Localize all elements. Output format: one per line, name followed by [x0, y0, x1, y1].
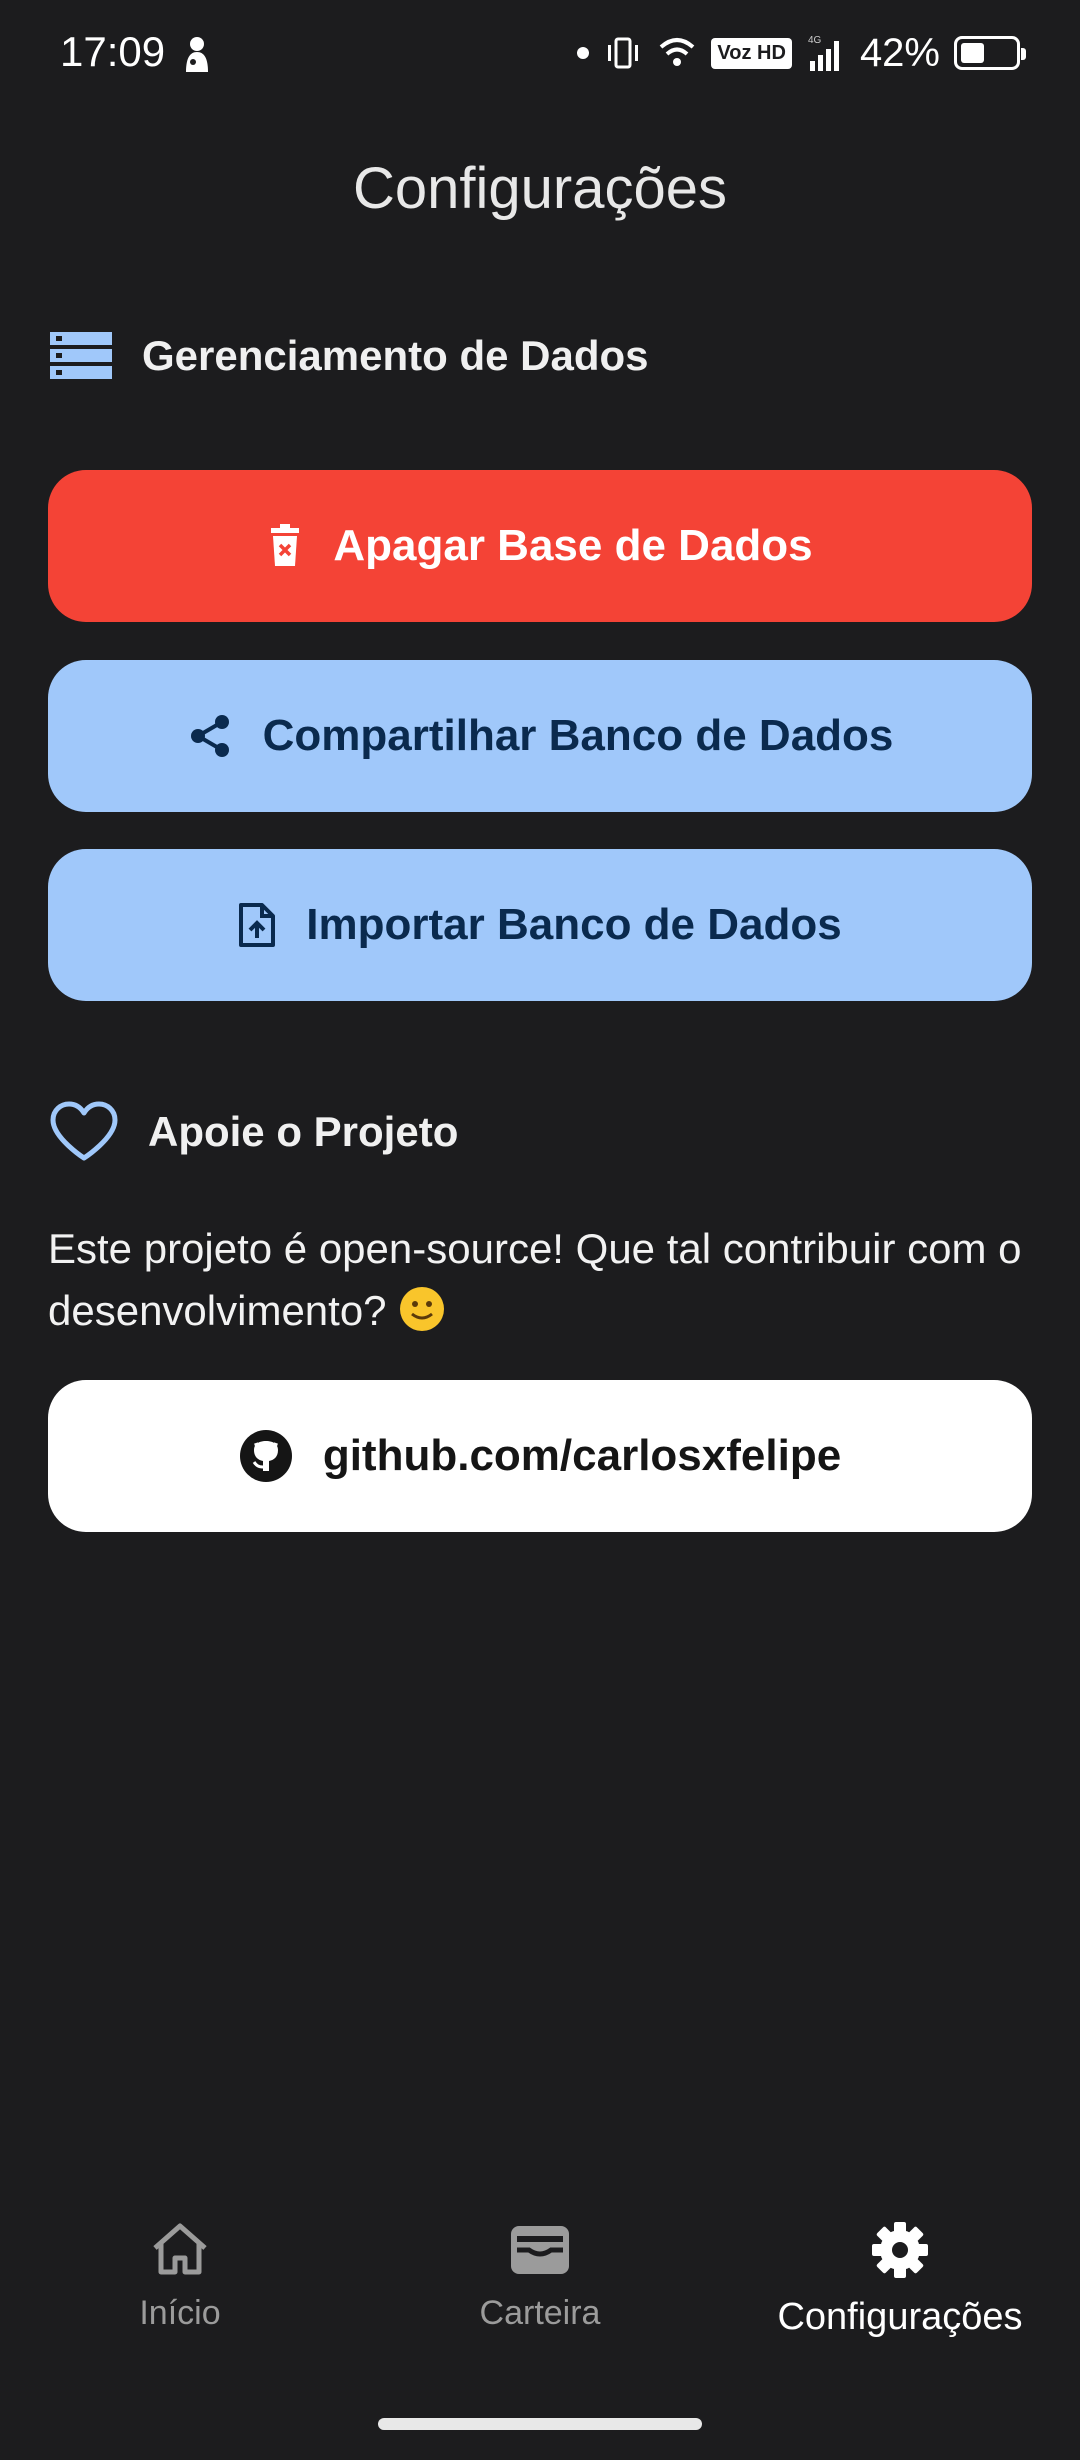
wifi-icon: [660, 38, 695, 66]
nav-item-inicio[interactable]: Início: [0, 2220, 360, 2333]
vibrate-icon: [608, 37, 639, 69]
github-link-button[interactable]: github.com/carlosxfelipe: [48, 1380, 1032, 1532]
nav-label-carteira: Carteira: [479, 2294, 601, 2332]
import-database-label: Importar Banco de Dados: [306, 900, 842, 949]
section-title: Gerenciamento de Dados: [142, 332, 649, 379]
battery-percent: 42%: [859, 30, 940, 75]
notification-icon: [186, 37, 208, 72]
heart-icon: [50, 1101, 118, 1161]
status-bar: 17:09 Voz HD 4G 42%: [0, 0, 1080, 110]
battery-fill: [961, 43, 984, 63]
nav-label-configuracoes: Configurações: [777, 2296, 1023, 2338]
section-data-management: Gerenciamento de Dados: [48, 330, 648, 382]
battery-icon: [954, 36, 1026, 70]
wallet-icon: [511, 2226, 569, 2274]
volte-badge: Voz HD: [711, 37, 792, 69]
github-link-label: github.com/carlosxfelipe: [322, 1431, 842, 1480]
status-icons: Voz HD 4G 42%: [577, 26, 1026, 80]
support-text: Este projeto é open-source! Que tal cont…: [48, 1225, 1022, 1334]
svg-text:4G: 4G: [808, 35, 822, 46]
dot-icon: [577, 47, 590, 59]
signal-icon: 4G: [808, 35, 839, 71]
page-title: Configurações: [353, 156, 727, 221]
section-support: Apoie o Projeto: [48, 1100, 458, 1164]
storage-icon: [50, 332, 112, 379]
status-time: 17:09: [60, 28, 166, 75]
github-icon: [239, 1430, 292, 1482]
nav-label-inicio: Início: [139, 2294, 221, 2332]
smile-emoji-icon: [398, 1285, 446, 1333]
delete-database-label: Apagar Base de Dados: [333, 521, 813, 570]
upload-file-icon: [239, 903, 276, 947]
share-database-button[interactable]: Compartilhar Banco de Dados: [48, 660, 1032, 812]
support-description: Este projeto é open-source! Que tal cont…: [48, 1218, 1038, 1342]
nav-item-configuracoes[interactable]: Configurações: [720, 2220, 1080, 2339]
share-icon: [190, 715, 229, 757]
bottom-navigation: Início Carteira Configurações: [0, 2220, 1080, 2380]
share-database-label: Compartilhar Banco de Dados: [262, 711, 894, 760]
delete-icon: [271, 524, 300, 566]
delete-database-button[interactable]: Apagar Base de Dados: [48, 470, 1032, 622]
home-icon: [153, 2223, 207, 2275]
settings-icon: [872, 2222, 928, 2278]
home-indicator[interactable]: [378, 2418, 702, 2430]
nav-item-carteira[interactable]: Carteira: [360, 2220, 720, 2333]
section-title: Apoie o Projeto: [148, 1108, 459, 1155]
import-database-button[interactable]: Importar Banco de Dados: [48, 849, 1032, 1001]
